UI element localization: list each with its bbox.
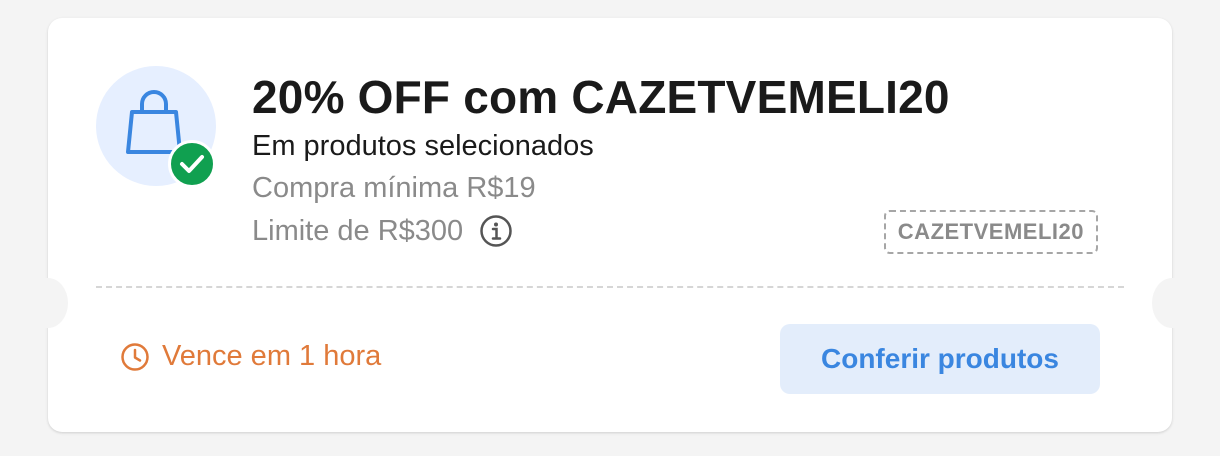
info-icon[interactable] <box>479 214 513 248</box>
coupon-card: 20% OFF com CAZETVEMELI20 Em produtos se… <box>28 18 1192 432</box>
coupon-code-tag: CAZETVEMELI20 <box>883 210 1098 254</box>
min-purchase-text: Compra mínima R$19 <box>252 172 536 204</box>
coupon-subtitle: Em produtos selecionados <box>252 130 594 162</box>
expiry-text: Vence em 1 hora <box>162 340 382 372</box>
check-icon <box>168 140 216 188</box>
ticket-notch-right <box>1152 278 1192 328</box>
dashed-divider <box>96 286 1124 288</box>
ticket-notch-left <box>28 278 68 328</box>
coupon-title: 20% OFF com CAZETVEMELI20 <box>252 71 950 123</box>
clock-icon <box>121 342 149 371</box>
view-products-button[interactable]: Conferir produtos <box>780 324 1100 394</box>
expiry-row: Vence em 1 hora <box>120 340 381 373</box>
limit-row: Limite de R$300 <box>252 214 513 248</box>
limit-text: Limite de R$300 <box>252 214 464 247</box>
